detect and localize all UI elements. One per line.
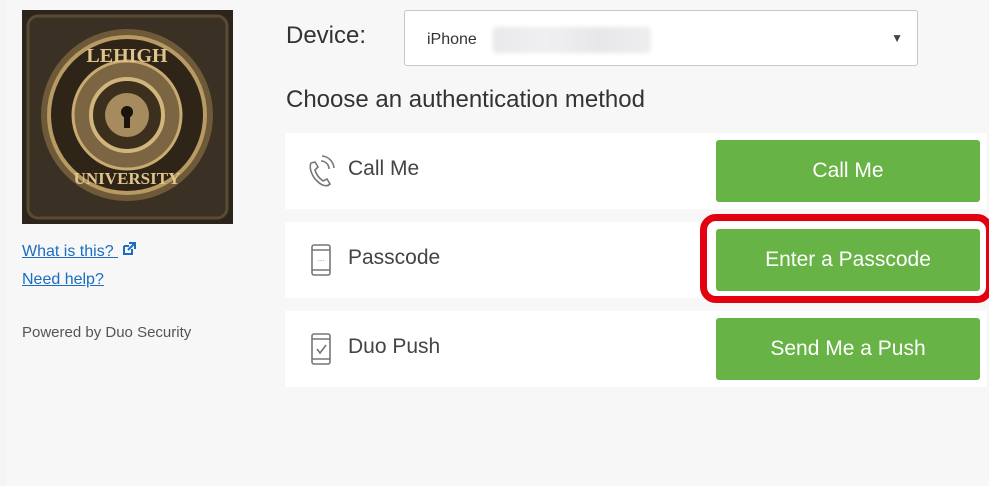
redacted-phone-number xyxy=(493,27,651,53)
powered-by-text: Powered by Duo Security xyxy=(22,324,192,341)
method-label-push: Duo Push xyxy=(348,335,441,358)
phone-call-icon xyxy=(305,153,337,189)
auth-method-heading: Choose an authentication method xyxy=(286,86,645,113)
svg-text:LEHIGH: LEHIGH xyxy=(86,45,168,67)
method-label-call: Call Me xyxy=(348,157,420,180)
push-device-icon xyxy=(305,331,337,367)
passcode-device-icon: ··· xyxy=(305,242,337,278)
method-label-passcode: Passcode xyxy=(348,246,441,269)
svg-text:···: ··· xyxy=(318,257,325,265)
device-label: Device: xyxy=(286,22,367,49)
help-links: What is this? Need help? xyxy=(22,238,137,294)
svg-text:UNIVERSITY: UNIVERSITY xyxy=(74,169,181,188)
method-row-passcode: ··· Passcode Enter a Passcode xyxy=(285,222,987,298)
external-link-icon xyxy=(122,238,137,266)
need-help-link[interactable]: Need help? xyxy=(22,266,136,294)
enter-passcode-button[interactable]: Enter a Passcode xyxy=(716,229,980,291)
device-select[interactable]: iPhone ▼ xyxy=(404,10,918,66)
method-row-push: Duo Push Send Me a Push xyxy=(285,311,987,387)
what-is-this-link[interactable]: What is this? xyxy=(22,238,137,266)
chevron-down-icon: ▼ xyxy=(891,31,903,45)
lehigh-logo: LEHIGH UNIVERSITY xyxy=(22,10,233,224)
call-me-button[interactable]: Call Me xyxy=(716,140,980,202)
send-push-button[interactable]: Send Me a Push xyxy=(716,318,980,380)
method-row-call: Call Me Call Me xyxy=(285,133,987,209)
device-selected-value: iPhone xyxy=(427,31,477,48)
